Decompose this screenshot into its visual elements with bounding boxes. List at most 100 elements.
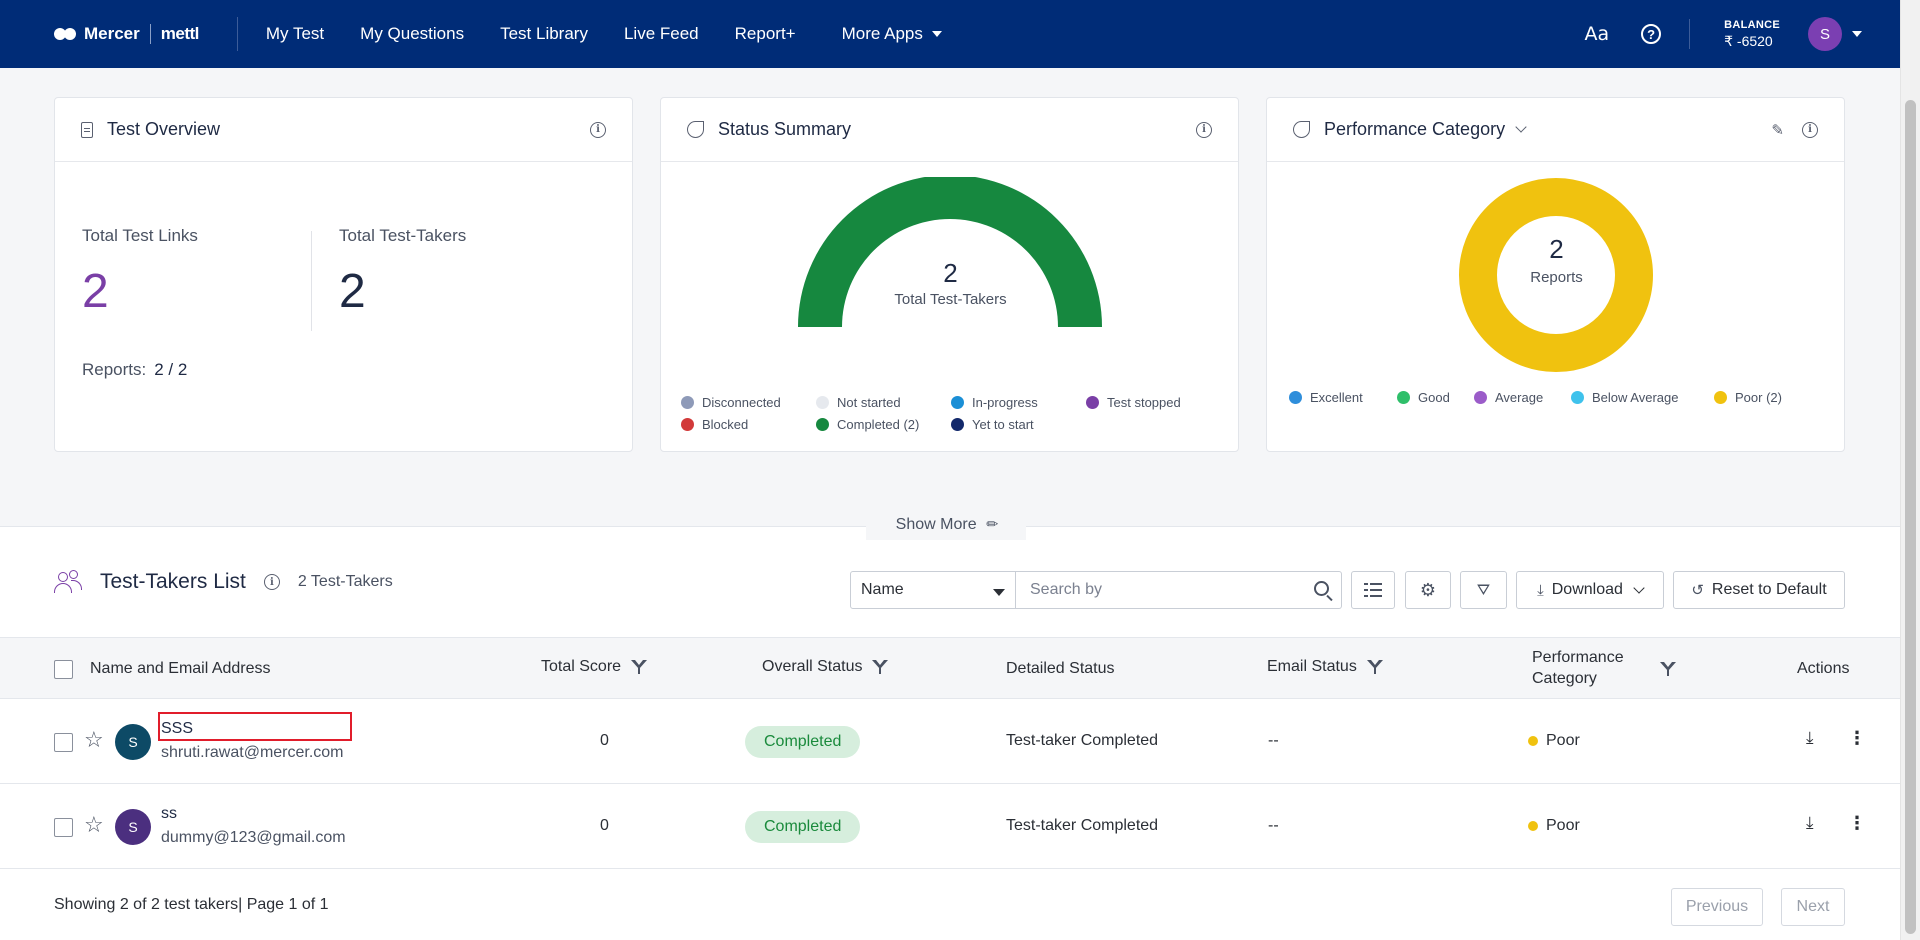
total-test-links-value[interactable]: 2 (82, 264, 198, 319)
avatar: S (115, 809, 151, 845)
search-field-select[interactable]: Name (850, 571, 1016, 609)
list-title: Test-Takers List (100, 570, 246, 593)
search-icon[interactable] (1314, 581, 1329, 596)
donut-center-label: Reports (1530, 269, 1583, 286)
star-icon[interactable]: ☆ (84, 813, 104, 838)
legend-dot (1289, 391, 1302, 404)
column-view-button[interactable] (1351, 571, 1395, 609)
show-more-button[interactable]: Show More ✐ (866, 510, 1026, 540)
more-actions-icon[interactable]: ⋮ (1848, 813, 1866, 834)
scrollbar-thumb[interactable] (1905, 100, 1916, 934)
filter-icon[interactable] (1366, 660, 1383, 674)
nav-link-report-plus[interactable]: Report+ (735, 24, 796, 44)
legend-label: Disconnected (702, 395, 781, 410)
info-icon[interactable]: i (1802, 121, 1818, 138)
performance-category: Poor (1528, 817, 1580, 835)
user-menu-caret-icon[interactable] (1852, 31, 1862, 37)
legend-dot (951, 418, 964, 431)
download-label: Download (1551, 581, 1623, 598)
filter-icon[interactable] (872, 660, 889, 674)
filter-icon[interactable] (631, 660, 648, 674)
font-size-icon[interactable]: Aa (1584, 23, 1609, 45)
gauge-center: 2 Total Test-Takers (661, 258, 1240, 308)
nav-link-my-questions[interactable]: My Questions (360, 24, 464, 44)
advanced-filter-button[interactable]: ⛛ (1460, 571, 1507, 609)
filter-icon[interactable] (1660, 662, 1676, 676)
legend-dot (681, 418, 694, 431)
legend-label: Excellent (1310, 390, 1363, 405)
download-report-icon[interactable]: ⤓ (1806, 728, 1814, 748)
help-icon[interactable]: ? (1641, 24, 1662, 44)
total-test-takers-label: Total Test-Takers (339, 226, 467, 245)
test-taker-name[interactable]: SSS (161, 720, 193, 738)
balance-label: BALANCE (1724, 18, 1780, 31)
download-button[interactable]: ⤓ Download (1516, 571, 1664, 609)
table-header: Name and Email Address Total Score Overa… (0, 637, 1900, 699)
chevron-down-icon[interactable] (1515, 121, 1527, 133)
col-header-email-status: Email Status (1267, 658, 1383, 676)
legend-dot (816, 396, 829, 409)
legend-item-in-progress: In-progress (951, 395, 1038, 410)
reset-to-default-button[interactable]: ↺ Reset to Default (1673, 571, 1845, 609)
status-gauge-chart (798, 177, 1102, 327)
performance-category: Poor (1528, 732, 1580, 750)
chevron-down-icon (1633, 581, 1645, 594)
star-icon[interactable]: ☆ (84, 728, 104, 753)
info-icon[interactable]: i (590, 121, 606, 138)
col-header-label: Performance (1532, 649, 1624, 666)
gear-icon: ⚙ (1419, 579, 1437, 601)
test-takers-count: 2 Test-Takers (297, 573, 393, 590)
gauge-center-label: Total Test-Takers (894, 291, 1007, 308)
search-box (1016, 571, 1342, 609)
legend-label: Blocked (702, 417, 749, 432)
brand-divider (149, 24, 151, 44)
more-actions-icon[interactable]: ⋮ (1848, 728, 1866, 749)
caret-down-icon (993, 589, 1005, 596)
brand-logo[interactable]: Mercer mettl (54, 0, 199, 68)
card-header: Test Overview i (55, 98, 632, 162)
test-taker-email: shruti.rawat@mercer.com (161, 744, 344, 761)
legend-item-average: Average (1474, 390, 1543, 405)
page-scrollbar[interactable] (1900, 0, 1920, 940)
test-taker-name[interactable]: ss (161, 805, 177, 823)
info-icon[interactable]: i (263, 574, 280, 590)
pagination-summary: Showing 2 of 2 test takers| Page 1 of 1 (54, 896, 329, 913)
legend-label: Average (1495, 390, 1544, 405)
table-row[interactable]: ☆ S SSS shruti.rawat@mercer.com 0 Comple… (0, 700, 1900, 784)
nav-link-my-test[interactable]: My Test (266, 24, 324, 44)
total-score: 0 (600, 732, 609, 749)
legend-label: Yet to start (972, 417, 1034, 432)
legend-dot (1474, 391, 1487, 404)
legend-dot (1571, 391, 1584, 404)
mercer-logo-icon (54, 28, 78, 40)
download-report-icon[interactable]: ⤓ (1806, 813, 1814, 833)
legend-label: In-progress (972, 395, 1038, 410)
info-icon[interactable]: i (1196, 121, 1212, 138)
nav-link-test-library[interactable]: Test Library (500, 24, 588, 44)
col-header-label: Category (1532, 670, 1597, 687)
legend-item-yet-to-start: Yet to start (951, 417, 1034, 432)
legend-dot (816, 418, 829, 431)
search-input[interactable] (1016, 572, 1286, 608)
edit-icon[interactable]: ✎ (1771, 121, 1784, 139)
show-more-label: Show More (895, 516, 977, 533)
col-header-detailed-status: Detailed Status (1006, 660, 1115, 677)
next-page-button[interactable]: Next (1781, 888, 1845, 926)
row-checkbox[interactable] (54, 818, 73, 837)
overview-divider (311, 231, 312, 331)
legend-item-completed: Completed (2) (816, 417, 919, 432)
settings-button[interactable]: ⚙ (1405, 571, 1451, 609)
previous-page-button[interactable]: Previous (1671, 888, 1763, 926)
card-title[interactable]: Performance Category (1324, 119, 1505, 140)
select-all-checkbox[interactable] (54, 660, 73, 679)
row-checkbox[interactable] (54, 733, 73, 752)
more-apps-menu[interactable]: More Apps (842, 24, 942, 44)
total-test-links-label: Total Test Links (82, 226, 198, 245)
users-icon (54, 570, 82, 594)
user-avatar[interactable]: S (1808, 17, 1842, 51)
table-row[interactable]: ☆ S ss dummy@123@gmail.com 0 Completed T… (0, 785, 1900, 869)
card-title: Test Overview (107, 119, 221, 139)
pin-icon: ✐ (980, 515, 1001, 535)
top-nav: Mercer mettl My Test My Questions Test L… (0, 0, 1900, 68)
nav-link-live-feed[interactable]: Live Feed (624, 24, 699, 44)
